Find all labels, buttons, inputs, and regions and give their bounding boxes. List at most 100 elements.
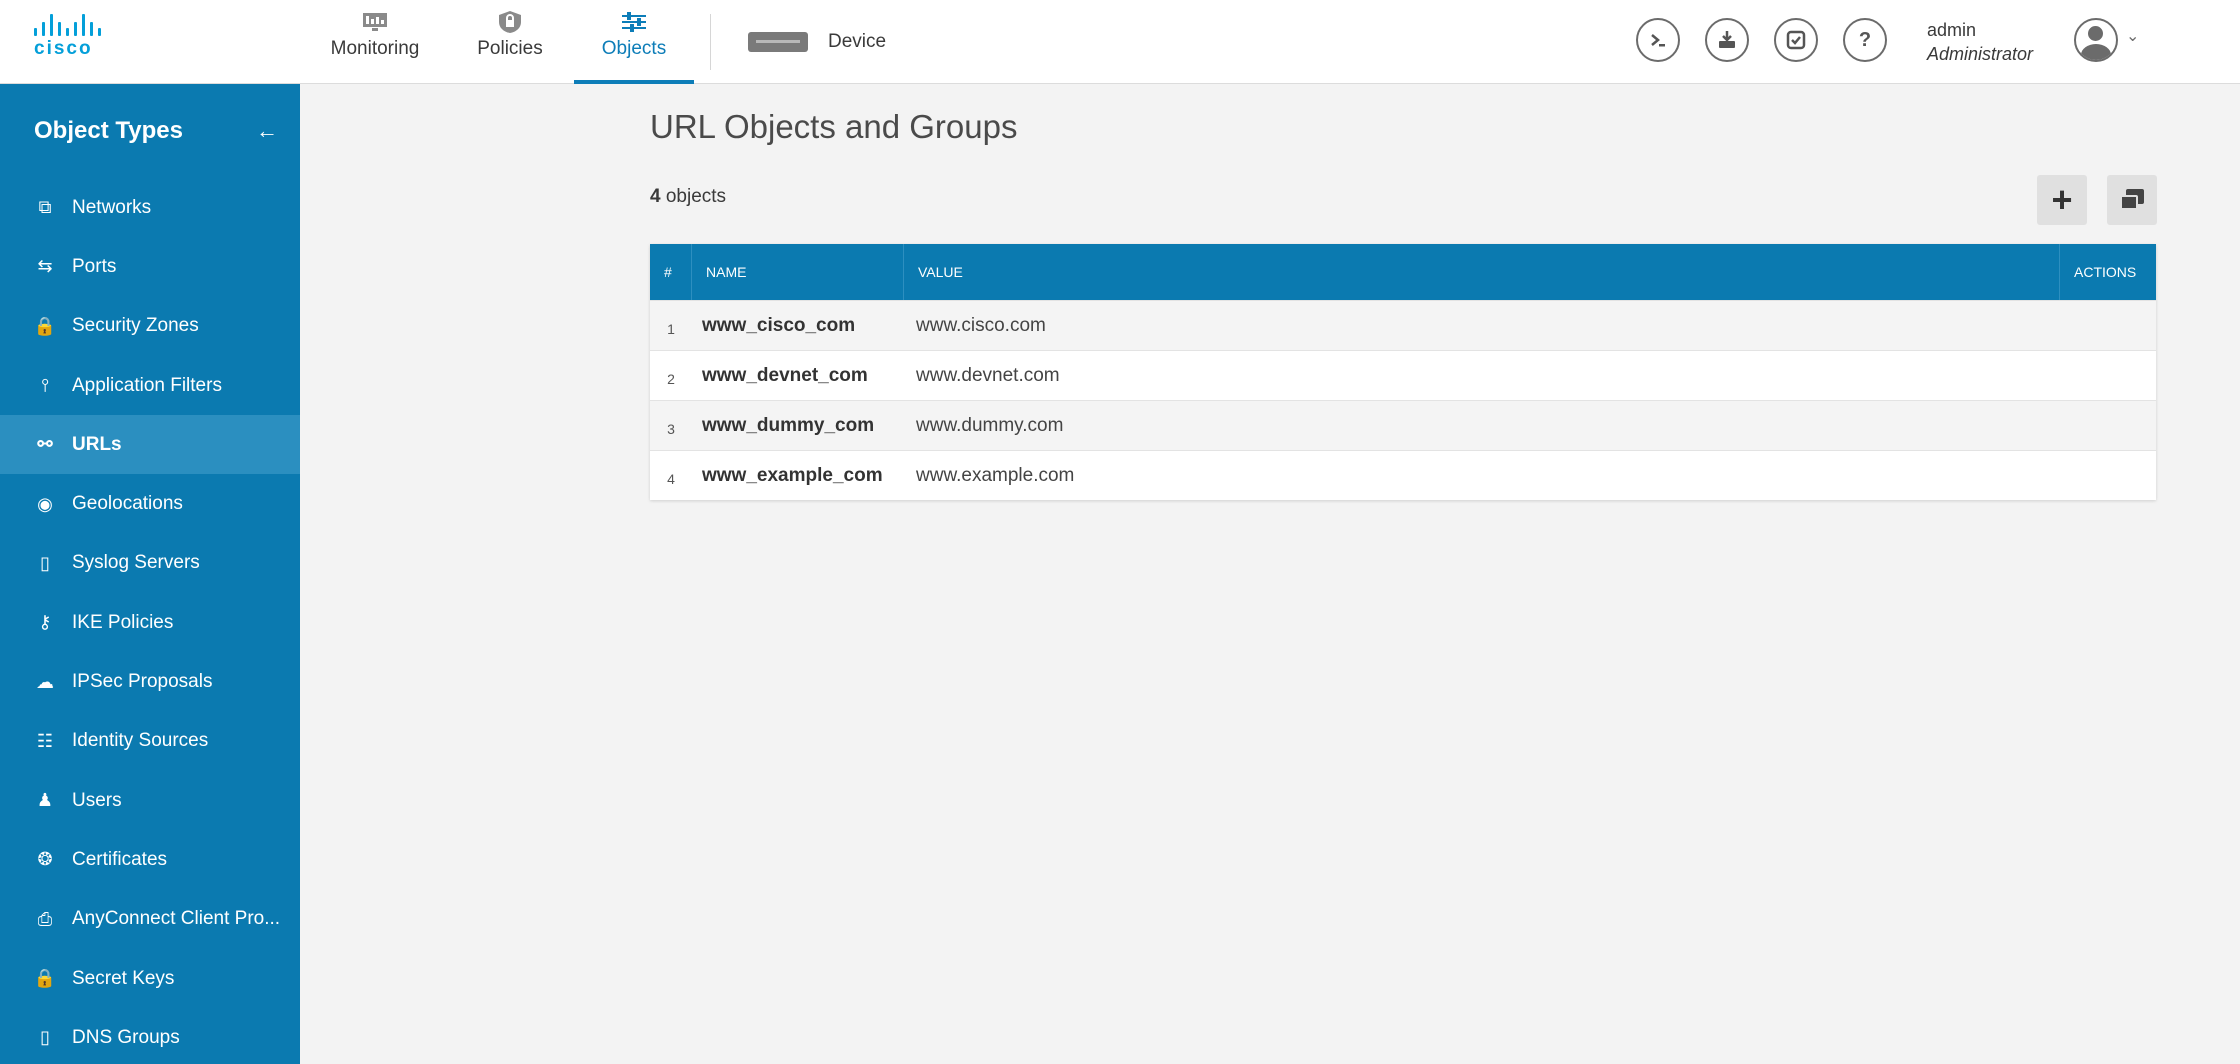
object-types-sidebar: Object Types ← ⧉ Networks ⇆ Ports 🔒 Security … — [0, 84, 300, 1064]
column-header-value[interactable]: VALUE — [904, 244, 2060, 300]
row-value: www.example.com — [916, 464, 1075, 486]
certificate-icon: ❂ — [37, 849, 53, 870]
sidebar-item-anyconnect-client-pro[interactable]: ⎙ AnyConnect Client Pro... — [0, 890, 300, 949]
row-name: www_cisco_com — [702, 314, 856, 336]
table-header: # NAME VALUE ACTIONS — [650, 244, 2156, 300]
device-nav[interactable]: Device — [748, 24, 886, 60]
sidebar-item-dns-groups[interactable]: ▯ DNS Groups — [0, 1008, 300, 1064]
row-actions[interactable] — [2060, 301, 2156, 350]
copy-objects-button[interactable] — [2107, 175, 2157, 225]
sidebar-item-ike-policies[interactable]: ⚷ IKE Policies — [0, 593, 300, 652]
nav-divider — [710, 14, 711, 70]
tab-objects-label: Objects — [601, 38, 667, 59]
cisco-logo-bars — [34, 14, 120, 36]
row-value: www.devnet.com — [916, 364, 1060, 386]
table-row[interactable]: 3 www_dummy_com www.dummy.com — [650, 400, 2156, 450]
tab-objects[interactable]: Objects — [574, 0, 694, 84]
sidebar-item-label: Security Zones — [72, 315, 199, 337]
sidebar-item-label: Geolocations — [72, 493, 183, 515]
tab-monitoring[interactable]: Monitoring — [320, 0, 430, 84]
row-actions[interactable] — [2060, 451, 2156, 500]
user-name: admin — [1927, 20, 1977, 40]
sidebar-item-label: Syslog Servers — [72, 552, 200, 574]
column-header-number[interactable]: # — [650, 244, 692, 300]
add-object-button[interactable]: + — [2037, 175, 2087, 225]
tab-policies[interactable]: Policies — [468, 0, 552, 84]
sidebar-item-syslog-servers[interactable]: ▯ Syslog Servers — [0, 534, 300, 593]
collapse-arrow-icon[interactable]: ← — [256, 118, 278, 144]
help-icon: ? — [1858, 28, 1872, 51]
row-actions[interactable] — [2060, 351, 2156, 400]
row-number: 4 — [667, 470, 675, 487]
sidebar-item-ipsec-proposals[interactable]: ☁ IPSec Proposals — [0, 652, 300, 711]
row-value: www.dummy.com — [916, 414, 1064, 436]
deploy-icon — [1719, 31, 1735, 48]
sidebar-item-label: Users — [72, 789, 122, 811]
sidebar-item-label: Secret Keys — [72, 967, 175, 989]
table-row[interactable]: 1 www_cisco_com www.cisco.com — [650, 300, 2156, 350]
networks-icon: ⧉ — [38, 197, 52, 218]
object-count-suffix: objects — [660, 186, 727, 207]
row-number: 3 — [667, 420, 675, 437]
server-icon: ▯ — [40, 1027, 50, 1048]
row-name: www_example_com — [702, 464, 883, 486]
row-number: 1 — [667, 320, 675, 337]
cli-console-button[interactable] — [1636, 18, 1680, 62]
sidebar-item-identity-sources[interactable]: ☷ Identity Sources — [0, 712, 300, 771]
sidebar-item-ports[interactable]: ⇆ Ports — [0, 237, 300, 296]
page-title: URL Objects and Groups — [650, 108, 1018, 145]
lock-icon: 🔒 — [33, 968, 57, 988]
sidebar-item-label: URLs — [72, 433, 122, 455]
sidebar-item-secret-keys[interactable]: 🔒 Secret Keys — [0, 949, 300, 1008]
monitoring-icon — [363, 13, 387, 31]
column-header-name[interactable]: NAME — [692, 244, 904, 300]
sidebar-item-application-filters[interactable]: ⫯ Application Filters — [0, 356, 300, 415]
tasks-button[interactable] — [1774, 18, 1818, 62]
sidebar-item-label: Identity Sources — [72, 730, 209, 752]
object-count: 4 objects — [650, 186, 726, 208]
sidebar-header: Object Types ← — [0, 84, 300, 178]
cisco-wordmark: cisco — [34, 38, 93, 59]
url-objects-table: # NAME VALUE ACTIONS 1 www_cisco_com www.c… — [650, 244, 2156, 500]
sidebar-item-certificates[interactable]: ❂ Certificates — [0, 830, 300, 889]
cloud-lock-icon: ☁ — [36, 671, 54, 692]
anyconnect-icon: ⎙ — [37, 908, 53, 929]
sidebar-item-urls[interactable]: ⚯ URLs — [0, 415, 300, 475]
sidebar-list: ⧉ Networks ⇆ Ports 🔒 Security Zones ⫯ Applicati… — [0, 178, 300, 1064]
deploy-button[interactable] — [1705, 18, 1749, 62]
tasks-icon — [1786, 30, 1806, 50]
table-row[interactable]: 2 www_devnet_com www.devnet.com — [650, 350, 2156, 400]
sidebar-item-security-zones[interactable]: 🔒 Security Zones — [0, 297, 300, 356]
table-body: 1 www_cisco_com www.cisco.com 2 www_devnet_c… — [650, 300, 2156, 500]
row-name: www_dummy_com — [702, 414, 875, 436]
filter-icon: ⫯ — [41, 375, 49, 396]
user-icon: ♟ — [36, 790, 54, 811]
chevron-down-icon[interactable]: ⌄ — [2126, 26, 2139, 46]
sidebar-item-networks[interactable]: ⧉ Networks — [0, 178, 300, 237]
identity-source-icon: ☷ — [36, 730, 54, 751]
row-actions[interactable] — [2060, 401, 2156, 450]
help-button[interactable]: ? — [1843, 18, 1887, 62]
tab-monitoring-label: Monitoring — [330, 38, 420, 59]
sidebar-title: Object Types — [34, 117, 183, 144]
avatar[interactable] — [2074, 18, 2118, 62]
cli-console-icon — [1651, 34, 1665, 47]
policies-shield-icon — [499, 11, 521, 33]
tab-policies-label: Policies — [477, 38, 543, 59]
device-label: Device — [828, 31, 887, 52]
sidebar-item-users[interactable]: ♟ Users — [0, 771, 300, 830]
copy-icon — [2120, 189, 2144, 211]
sidebar-item-label: IKE Policies — [72, 611, 174, 633]
sidebar-item-label: Ports — [72, 255, 117, 277]
user-info[interactable]: admin Administrator — [1927, 18, 2033, 66]
sidebar-item-label: Application Filters — [72, 374, 222, 396]
row-value: www.cisco.com — [916, 314, 1046, 336]
table-row[interactable]: 4 www_example_com www.example.com — [650, 450, 2156, 500]
object-count-number: 4 — [650, 186, 661, 207]
key-icon: ⚷ — [38, 612, 52, 633]
device-appliance-icon — [748, 32, 808, 52]
cisco-logo[interactable]: cisco — [34, 14, 120, 64]
sidebar-item-geolocations[interactable]: ◉ Geolocations — [0, 474, 300, 533]
row-number: 2 — [667, 370, 675, 387]
server-icon: ▯ — [40, 552, 50, 573]
